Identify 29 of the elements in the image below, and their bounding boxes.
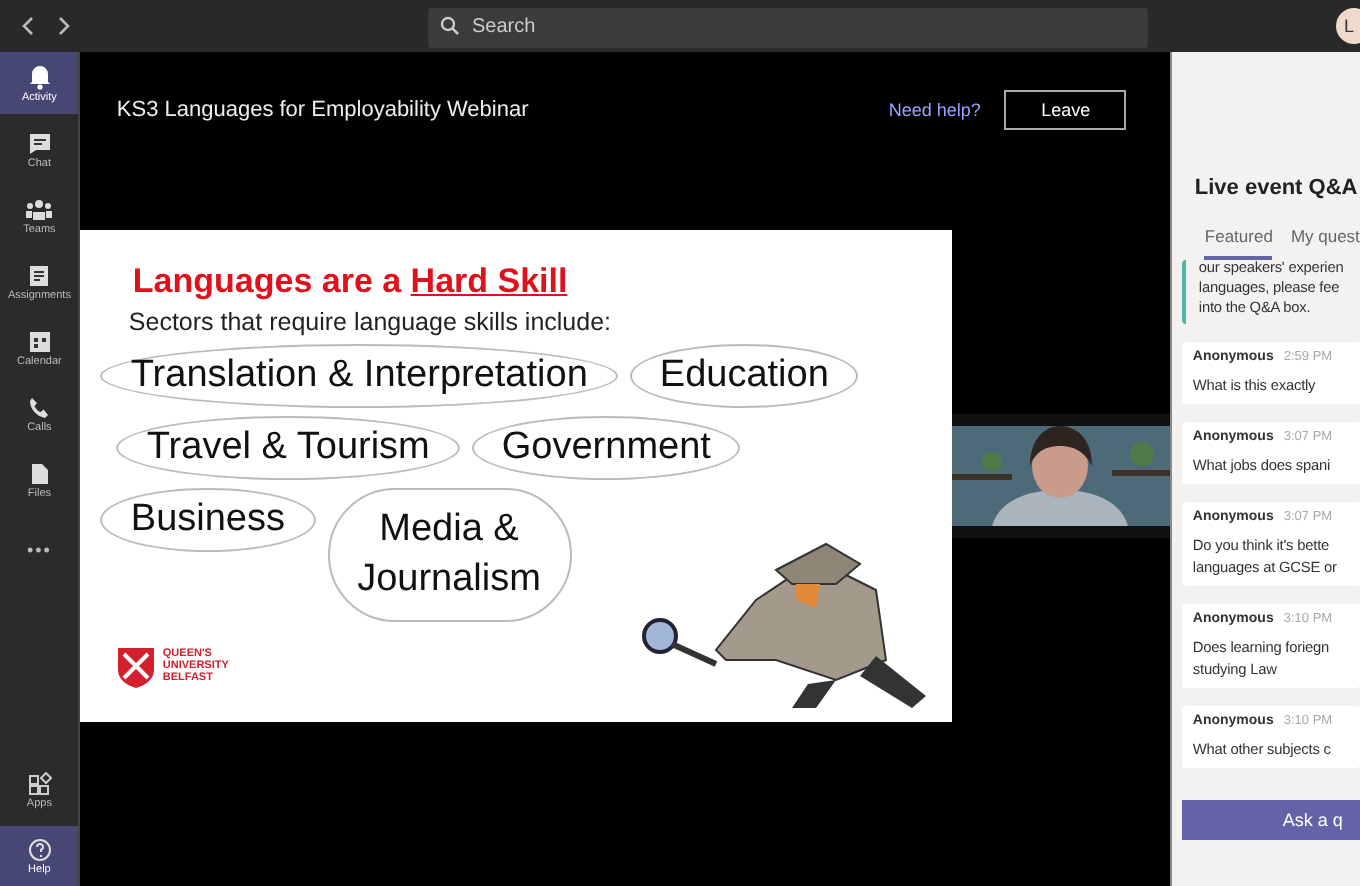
sector-oval: Business	[100, 488, 316, 552]
panel-tab[interactable]: My quest	[1290, 226, 1360, 260]
back-icon[interactable]	[20, 16, 36, 36]
phone-icon	[28, 396, 51, 420]
sector-oval: Government	[471, 416, 741, 480]
slide-heading: Languages are a Hard Skill	[132, 262, 570, 302]
search-field[interactable]: Search	[428, 7, 1148, 47]
search-icon	[440, 16, 460, 36]
event-title: KS3 Languages for Employability Webinar	[116, 98, 529, 122]
sector-oval: Translation & Interpretation	[100, 344, 618, 408]
calendar-icon	[27, 330, 52, 354]
chat-icon	[27, 132, 52, 156]
help-link[interactable]: Need help?	[888, 100, 981, 120]
panel-title: Live event Q&A	[1194, 176, 1360, 200]
rail-item[interactable]: •••	[0, 516, 79, 570]
slide-subheading: Sectors that require language skills include:	[128, 308, 614, 336]
sector-oval: Education	[629, 344, 859, 408]
help-icon	[27, 838, 52, 862]
people-icon	[26, 198, 53, 222]
document-icon	[28, 264, 51, 288]
apps-icon	[27, 772, 52, 796]
bell-icon	[27, 64, 52, 90]
crest-icon	[116, 646, 157, 690]
sector-oval: Travel & Tourism	[116, 416, 460, 480]
user-avatar[interactable]: L	[1336, 8, 1360, 44]
forward-icon[interactable]	[56, 16, 72, 36]
leave-button[interactable]: Leave	[1004, 90, 1127, 130]
file-icon	[29, 462, 50, 486]
ask-question-button[interactable]: Ask a q	[1182, 800, 1360, 840]
